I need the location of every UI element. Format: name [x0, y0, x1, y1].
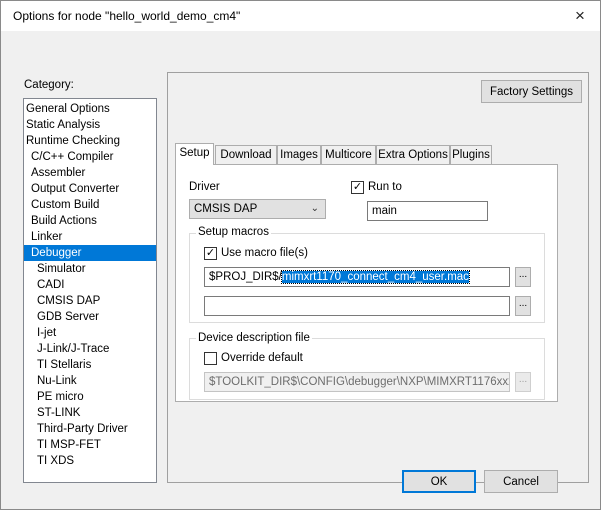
category-item-ti-xds[interactable]: TI XDS: [24, 453, 156, 469]
macro-browse-button-2[interactable]: ...: [515, 296, 531, 316]
category-item-third-party-driver[interactable]: Third-Party Driver: [24, 421, 156, 437]
options-dialog: Options for node "hello_world_demo_cm4" …: [0, 0, 601, 510]
category-item-gdb-server[interactable]: GDB Server: [24, 309, 156, 325]
driver-label: Driver: [189, 181, 220, 193]
setup-macros-title: Setup macros: [196, 226, 271, 238]
category-item-static-analysis[interactable]: Static Analysis: [24, 117, 156, 133]
category-item-j-link-j-trace[interactable]: J-Link/J-Trace: [24, 341, 156, 357]
category-item-cadi[interactable]: CADI: [24, 277, 156, 293]
category-item-ti-stellaris[interactable]: TI Stellaris: [24, 357, 156, 373]
run-to-checkbox[interactable]: ✓: [351, 181, 364, 194]
category-item-st-link[interactable]: ST-LINK: [24, 405, 156, 421]
run-to-label: Run to: [368, 181, 402, 193]
tab-extra-options[interactable]: Extra Options: [376, 145, 450, 165]
ok-button[interactable]: OK: [402, 470, 476, 493]
category-item-output-converter[interactable]: Output Converter: [24, 181, 156, 197]
category-item-linker[interactable]: Linker: [24, 229, 156, 245]
use-macro-label: Use macro file(s): [221, 247, 308, 259]
override-default-checkbox[interactable]: [204, 352, 217, 365]
tab-plugins[interactable]: Plugins: [450, 145, 492, 165]
driver-select[interactable]: CMSIS DAP ⌄: [189, 199, 326, 219]
driver-select-value: CMSIS DAP: [194, 203, 258, 215]
category-item-assembler[interactable]: Assembler: [24, 165, 156, 181]
category-item-c-c-compiler[interactable]: C/C++ Compiler: [24, 149, 156, 165]
window-title: Options for node "hello_world_demo_cm4": [13, 9, 241, 23]
macro-browse-button-1[interactable]: ...: [515, 267, 531, 287]
device-browse-button[interactable]: ...: [515, 372, 531, 392]
category-item-nu-link[interactable]: Nu-Link: [24, 373, 156, 389]
macro-path-selected: mimxrt1170_connect_cm4_user.mac: [280, 270, 470, 284]
category-item-runtime-checking[interactable]: Runtime Checking: [24, 133, 156, 149]
setup-tab-panel: Driver CMSIS DAP ⌄ ✓ Run to main Setup m…: [175, 164, 558, 402]
tab-download[interactable]: Download: [215, 145, 277, 165]
title-bar: Options for node "hello_world_demo_cm4" …: [1, 1, 600, 31]
override-default-label: Override default: [221, 352, 303, 364]
category-item-pe-micro[interactable]: PE micro: [24, 389, 156, 405]
run-to-input[interactable]: main: [367, 201, 488, 221]
category-list[interactable]: General Options Static Analysis Runtime Ch…: [23, 98, 157, 483]
device-description-input[interactable]: $TOOLKIT_DIR$\CONFIG\debugger\NXP\MIMXRT…: [204, 372, 510, 392]
category-item-simulator[interactable]: Simulator: [24, 261, 156, 277]
tab-setup[interactable]: Setup: [175, 143, 214, 165]
category-item-ti-msp-fet[interactable]: TI MSP-FET: [24, 437, 156, 453]
category-item-cmsis-dap[interactable]: CMSIS DAP: [24, 293, 156, 309]
tab-images[interactable]: Images: [277, 145, 321, 165]
device-description-title: Device description file: [196, 332, 312, 344]
tab-multicore[interactable]: Multicore: [321, 145, 376, 165]
chevron-down-icon: ⌄: [310, 203, 319, 214]
category-item-build-actions[interactable]: Build Actions: [24, 213, 156, 229]
cancel-button[interactable]: Cancel: [484, 470, 558, 493]
category-item-i-jet[interactable]: I-jet: [24, 325, 156, 341]
category-label: Category:: [24, 79, 74, 91]
use-macro-checkbox[interactable]: ✓: [204, 247, 217, 260]
macro-file-input-1[interactable]: $PROJ_DIR$/mimxrt1170_connect_cm4_user.m…: [204, 267, 510, 287]
factory-settings-button[interactable]: Factory Settings: [481, 80, 582, 103]
macro-file-input-2[interactable]: [204, 296, 510, 316]
category-item-custom-build[interactable]: Custom Build: [24, 197, 156, 213]
macro-path-prefix: $PROJ_DIR$/: [209, 271, 282, 283]
check-icon: ✓: [352, 181, 363, 193]
close-icon[interactable]: ×: [568, 5, 592, 27]
category-item-debugger[interactable]: Debugger: [24, 245, 156, 261]
check-icon: ✓: [205, 247, 216, 259]
category-item-general-options[interactable]: General Options: [24, 101, 156, 117]
